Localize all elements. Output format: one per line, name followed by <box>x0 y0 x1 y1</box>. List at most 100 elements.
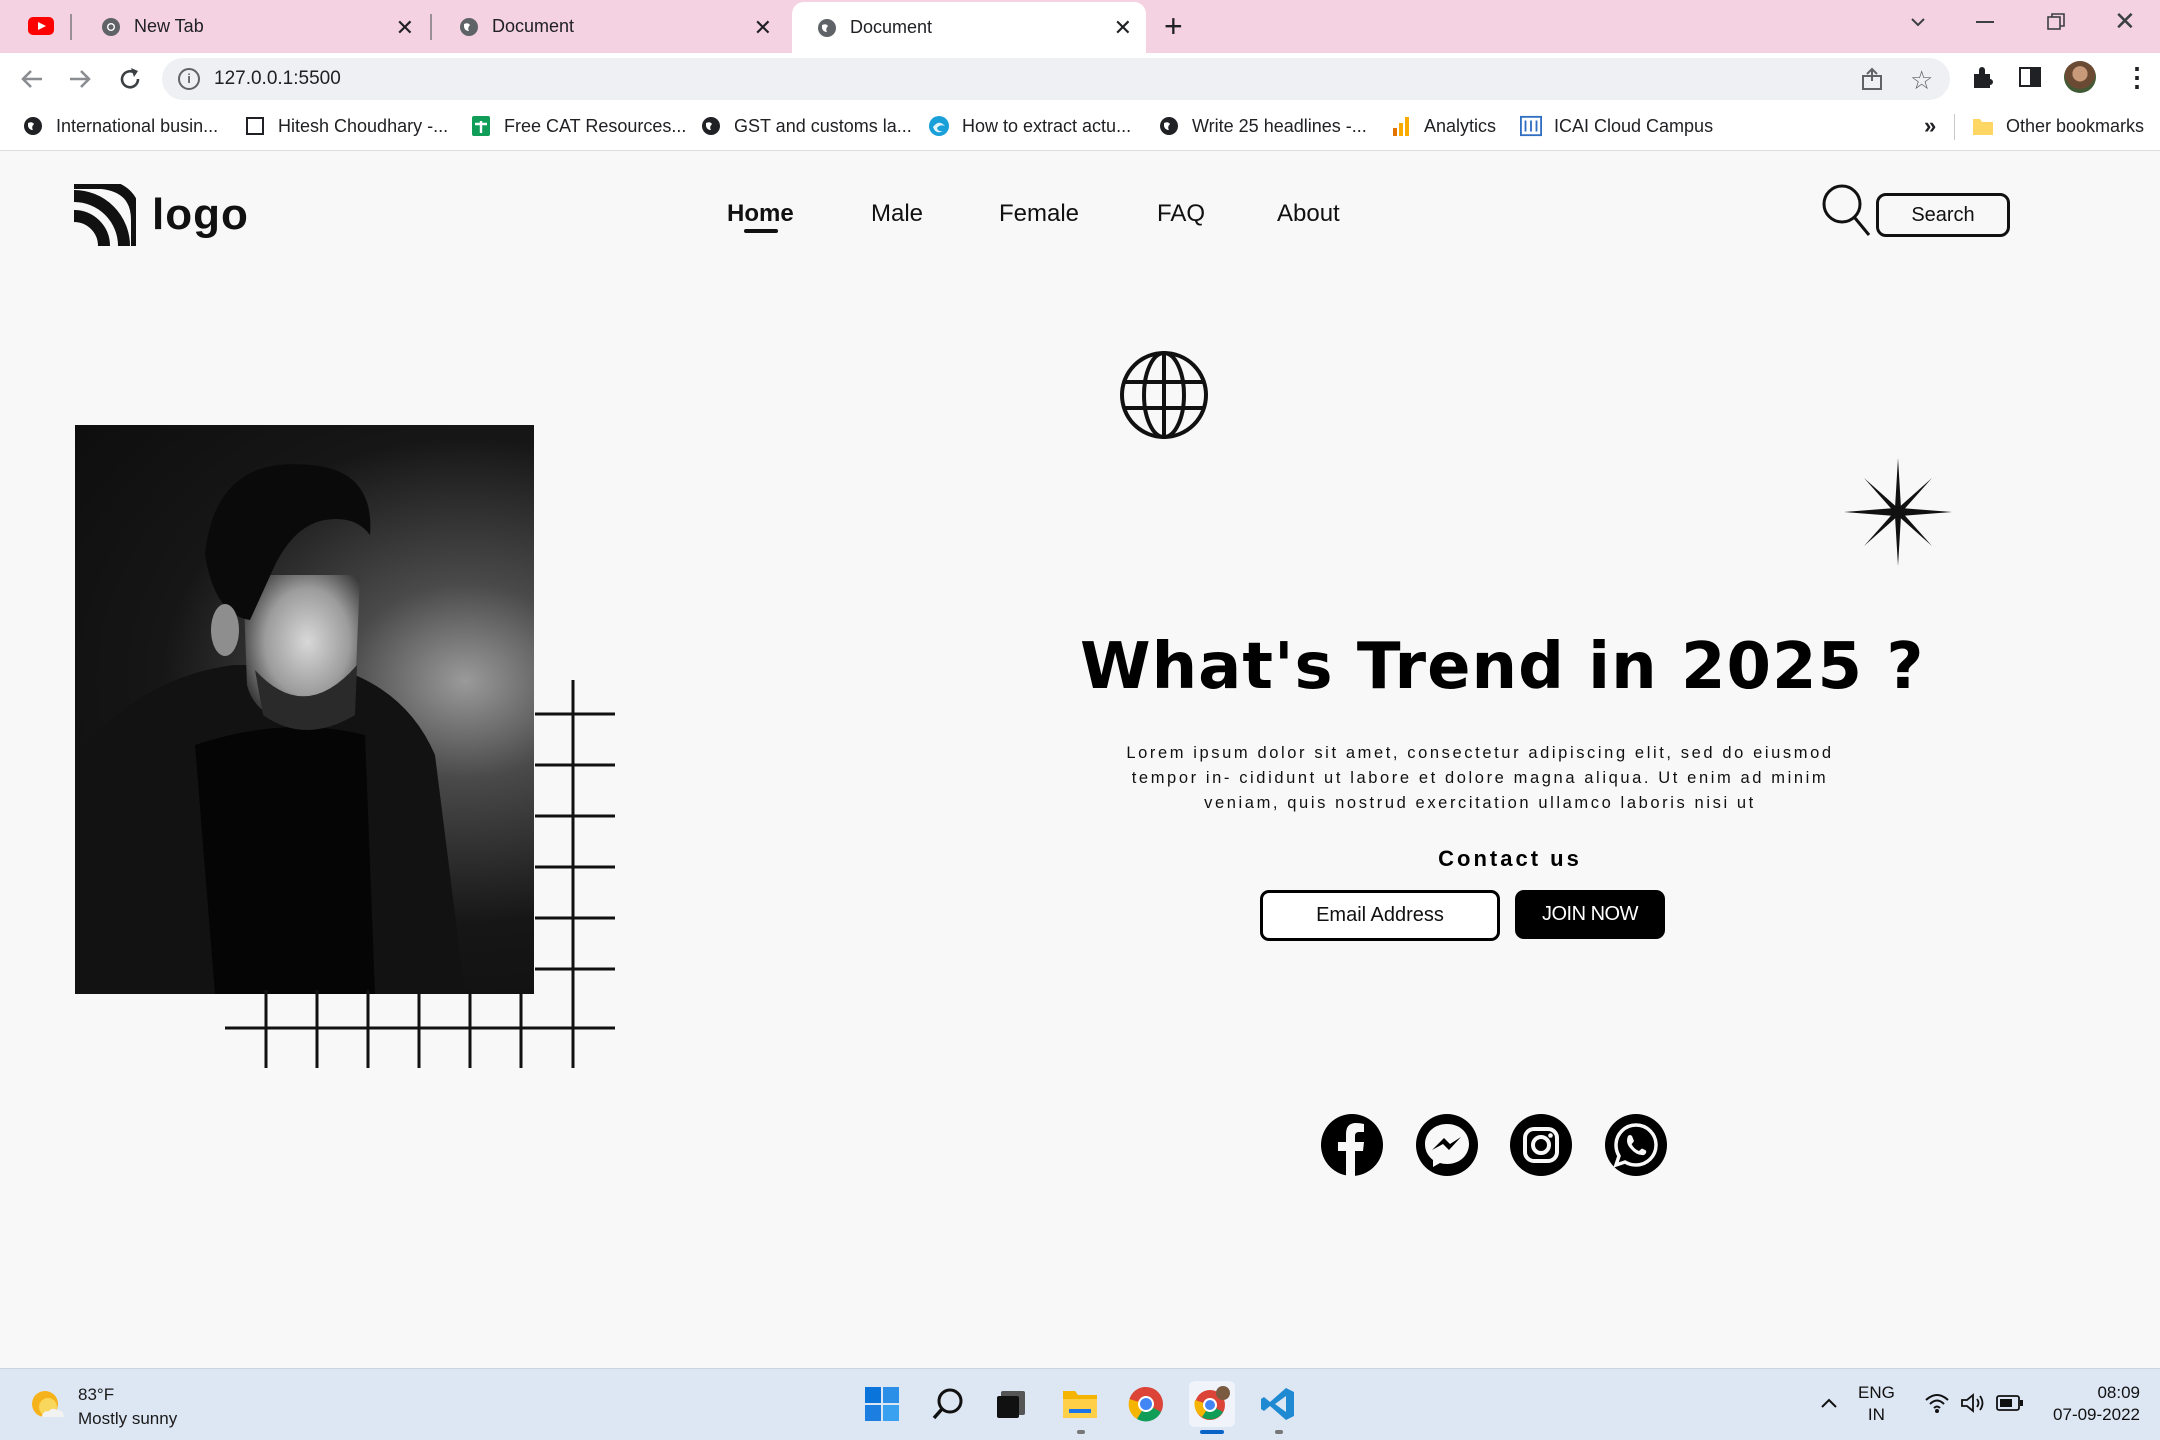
date: 07-09-2022 <box>2053 1405 2140 1424</box>
close-window-button[interactable]: ✕ <box>2114 6 2136 37</box>
tab-strip: New Tab ✕ Document ✕ Document ✕ + ✕ <box>0 0 2160 53</box>
sheets-icon <box>470 115 492 137</box>
language-indicator[interactable]: ENG IN <box>1858 1382 1895 1426</box>
running-indicator <box>1077 1430 1085 1434</box>
join-now-button[interactable]: JOIN NOW <box>1515 890 1665 939</box>
restore-button[interactable] <box>2046 12 2066 32</box>
hero-text-line: Lorem ipsum dolor sit amet, consectetur … <box>1126 744 1834 762</box>
reload-button[interactable] <box>116 65 144 98</box>
nav-female[interactable]: Female <box>999 200 1079 228</box>
back-button[interactable] <box>18 67 46 96</box>
share-icon[interactable] <box>1860 67 1886 96</box>
bookmark-item[interactable]: How to extract actu... <box>928 112 1131 140</box>
address-bar[interactable]: i 127.0.0.1:5500 ☆ <box>162 58 1950 100</box>
task-view-icon[interactable] <box>989 1381 1035 1427</box>
edge-icon <box>928 115 950 137</box>
tab-document-active[interactable]: Document ✕ <box>792 2 1146 53</box>
side-panel-icon[interactable] <box>2019 67 2041 87</box>
search-button[interactable]: Search <box>1876 193 2010 237</box>
close-icon[interactable]: ✕ <box>1114 15 1132 41</box>
hero-description: Lorem ipsum dolor sit amet, consectetur … <box>1080 741 1880 816</box>
nav-about[interactable]: About <box>1277 200 1340 228</box>
nav-faq[interactable]: FAQ <box>1157 200 1205 228</box>
close-icon[interactable]: ✕ <box>754 15 772 41</box>
weather-icon <box>32 1391 64 1417</box>
bookmark-label: Analytics <box>1424 115 1497 136</box>
logo-text: logo <box>152 190 249 239</box>
star-icon[interactable]: ☆ <box>1910 65 1933 96</box>
temperature: 83°F <box>78 1385 115 1404</box>
more-bookmarks-button[interactable]: » <box>1924 112 1936 140</box>
whatsapp-icon[interactable] <box>1604 1113 1668 1182</box>
chrome-icon[interactable] <box>1123 1381 1169 1427</box>
extensions-icon[interactable] <box>1970 64 1996 95</box>
region-code: IN <box>1867 1405 1885 1424</box>
bookmark-item[interactable]: Write 25 headlines -... <box>1158 112 1367 140</box>
bookmark-item[interactable]: Free CAT Resources... <box>470 112 686 140</box>
new-tab-button[interactable]: + <box>1164 8 1183 45</box>
globe-icon <box>458 16 480 38</box>
tab-title: Document <box>492 16 575 36</box>
bookmark-label: Hitesh Choudhary -... <box>278 115 449 136</box>
url-text[interactable]: 127.0.0.1:5500 <box>214 68 341 90</box>
bookmark-item[interactable]: ICAI Cloud Campus <box>1520 112 1713 140</box>
bookmark-label: GST and customs la... <box>734 115 912 136</box>
hero-title: What's Trend in 2025 ? <box>1080 630 1925 704</box>
avatar[interactable] <box>2064 61 2096 93</box>
tab-separator <box>430 14 432 40</box>
vscode-icon[interactable] <box>1255 1381 1301 1427</box>
globe-icon <box>22 115 44 137</box>
nav-male[interactable]: Male <box>871 200 923 228</box>
hero-text-line: veniam, quis nostrud exercitation ullamc… <box>1204 794 1756 812</box>
divider <box>1954 114 1955 140</box>
tab-title: New Tab <box>134 16 204 36</box>
instagram-icon[interactable] <box>1509 1113 1573 1182</box>
file-explorer-icon[interactable] <box>1057 1381 1103 1427</box>
weather-text: Mostly sunny <box>78 1409 178 1428</box>
globe-icon <box>700 115 722 137</box>
search-icon[interactable] <box>925 1381 971 1427</box>
bookmark-label: Free CAT Resources... <box>504 115 687 136</box>
bookmark-item[interactable]: International busin... <box>22 112 218 140</box>
chevron-down-icon[interactable] <box>1906 10 1930 34</box>
facebook-icon[interactable] <box>1320 1113 1384 1182</box>
start-button[interactable] <box>859 1381 905 1427</box>
tab-separator <box>70 14 72 40</box>
globe-icon <box>1158 115 1180 137</box>
volume-icon[interactable] <box>1960 1392 1986 1419</box>
clock[interactable]: 08:09 07-09-2022 <box>2036 1382 2140 1426</box>
youtube-icon <box>28 17 54 35</box>
site-logo[interactable]: logo <box>74 184 249 246</box>
youtube-tab[interactable] <box>26 14 56 38</box>
close-icon[interactable]: ✕ <box>396 15 414 41</box>
battery-icon[interactable] <box>1996 1394 2024 1417</box>
messenger-icon[interactable] <box>1415 1113 1479 1182</box>
email-field[interactable]: Email Address <box>1260 890 1500 941</box>
chrome-profile-icon[interactable] <box>1189 1381 1235 1427</box>
analytics-icon <box>1390 115 1412 137</box>
tab-document-1[interactable]: Document ✕ <box>434 0 786 53</box>
bookmark-item[interactable]: Analytics <box>1390 112 1496 140</box>
bookmark-label: Write 25 headlines -... <box>1192 115 1367 136</box>
other-bookmarks[interactable]: Other bookmarks <box>1972 112 2144 140</box>
weather-widget[interactable]: 83°F Mostly sunny <box>28 1385 177 1429</box>
bookmark-label: International busin... <box>56 115 219 136</box>
bookmark-item[interactable]: GST and customs la... <box>700 112 912 140</box>
time: 08:09 <box>2097 1383 2140 1402</box>
bookmark-label: Other bookmarks <box>2006 115 2145 136</box>
icai-icon <box>1520 115 1542 137</box>
running-indicator <box>1275 1430 1283 1434</box>
search-icon[interactable] <box>1822 184 1872 243</box>
wifi-icon[interactable] <box>1924 1392 1950 1419</box>
chevron-up-icon[interactable] <box>1818 1392 1840 1419</box>
language-code: ENG <box>1858 1383 1895 1402</box>
bookmark-item[interactable]: Hitesh Choudhary -... <box>244 112 448 140</box>
globe-icon <box>816 17 838 39</box>
nav-home[interactable]: Home <box>727 200 794 228</box>
minimize-button[interactable] <box>1976 21 1994 23</box>
tab-new-tab[interactable]: New Tab ✕ <box>76 0 428 53</box>
grid-decoration <box>225 680 615 1075</box>
info-icon[interactable]: i <box>178 68 200 90</box>
menu-icon[interactable]: ⋮ <box>2124 64 2150 90</box>
forward-button[interactable] <box>66 67 94 96</box>
